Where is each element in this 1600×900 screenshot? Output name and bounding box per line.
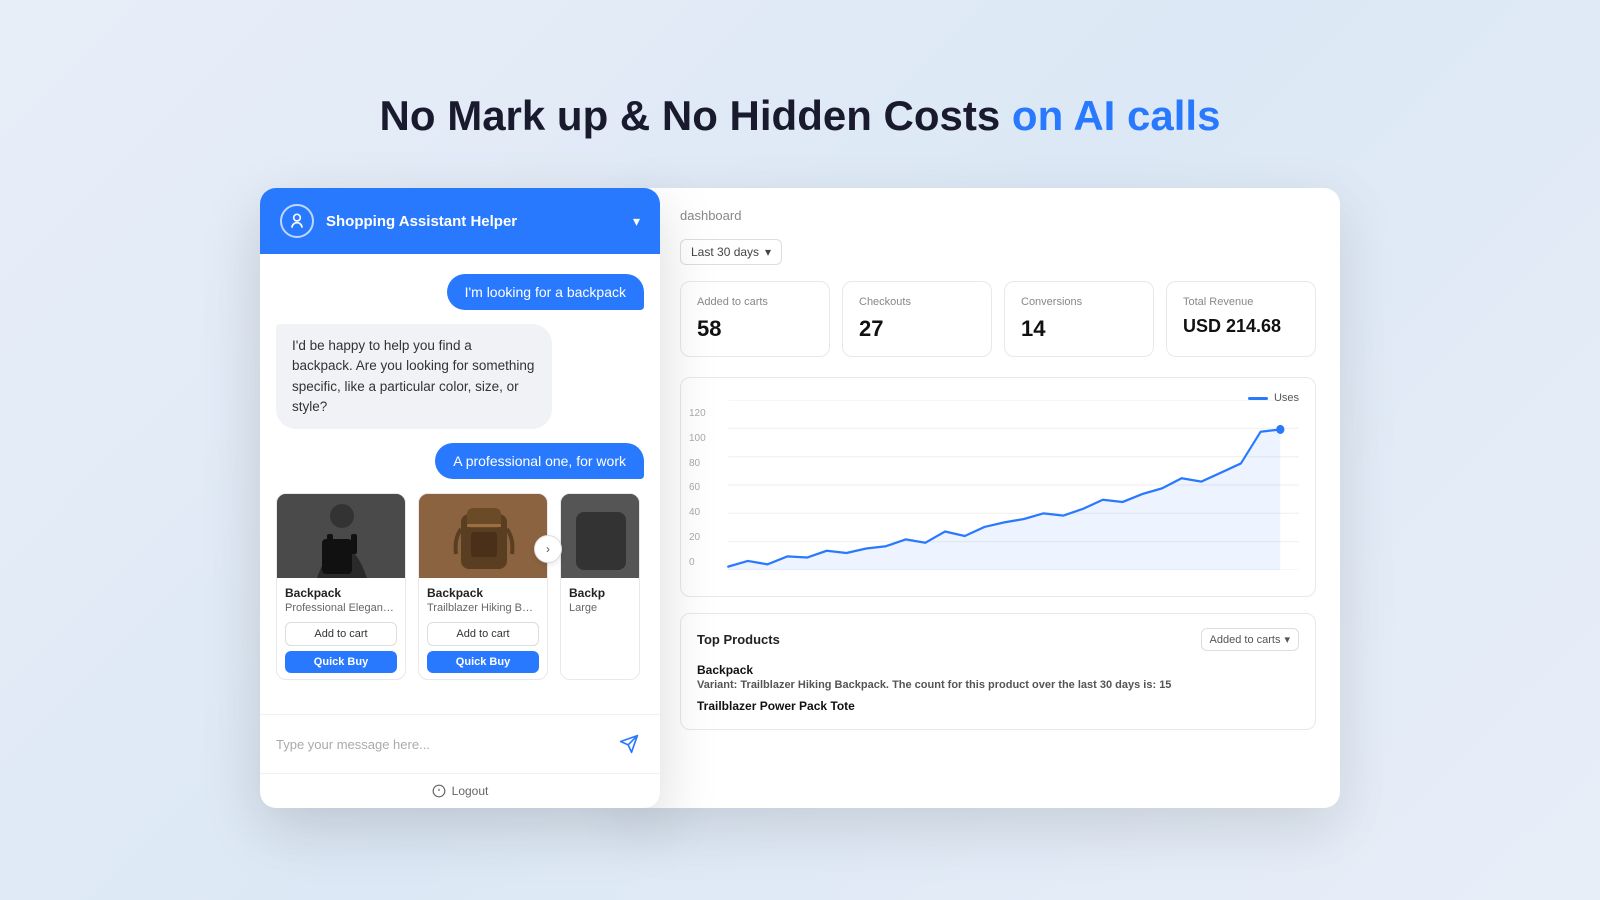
top-product-variant-1: Variant: Trailblazer Hiking Backpack. Th…	[697, 679, 1299, 691]
page-title: No Mark up & No Hidden Costs on AI calls	[380, 92, 1221, 140]
quick-buy-button-2[interactable]: Quick Buy	[427, 651, 539, 673]
stat-card-revenue: Total Revenue USD 214.68	[1166, 281, 1316, 357]
products-carousel: Backpack Professional Elegance W... Add …	[276, 493, 644, 680]
user-message-2: A professional one, for work	[435, 443, 644, 479]
chat-chevron-icon[interactable]: ▾	[633, 213, 640, 230]
date-filter-label: Last 30 days	[691, 245, 759, 259]
title-highlight: on AI calls	[1012, 92, 1221, 139]
top-product-name-1: Backpack	[697, 663, 1299, 677]
quick-buy-button-1[interactable]: Quick Buy	[285, 651, 397, 673]
chat-title: Shopping Assistant Helper	[326, 213, 517, 230]
stats-row: Added to carts 58 Checkouts 27 Conversio…	[680, 281, 1316, 357]
stat-label-revenue: Total Revenue	[1183, 296, 1299, 308]
send-button[interactable]	[614, 729, 644, 759]
product-name-2: Backpack	[427, 586, 539, 600]
top-product-entry-2: Trailblazer Power Pack Tote	[697, 699, 1299, 713]
add-to-cart-button-2[interactable]: Add to cart	[427, 622, 539, 646]
product-variant-1: Professional Elegance W...	[285, 602, 397, 614]
chat-input-placeholder[interactable]: Type your message here...	[276, 737, 430, 752]
stat-value-revenue: USD 214.68	[1183, 316, 1299, 337]
carousel-next-button[interactable]: ›	[534, 535, 562, 563]
date-filter-chevron-icon: ▾	[765, 245, 771, 259]
product-variant-3: Large	[569, 602, 631, 614]
date-filter-button[interactable]: Last 30 days ▾	[680, 239, 782, 265]
bot-message-1: I'd be happy to help you find a backpack…	[276, 324, 552, 429]
stat-card-checkouts: Checkouts 27	[842, 281, 992, 357]
chat-widget: Shopping Assistant Helper ▾ I'm looking …	[260, 188, 660, 808]
product-image-1	[277, 494, 405, 578]
filter-chevron-icon: ▾	[1284, 633, 1290, 646]
chat-avatar-icon	[280, 204, 314, 238]
product-info-3: Backp Large	[561, 578, 639, 628]
dashboard-label: dashboard	[680, 208, 1316, 223]
chat-header-left: Shopping Assistant Helper	[280, 204, 517, 238]
add-to-cart-button-1[interactable]: Add to cart	[285, 622, 397, 646]
logout-label: Logout	[452, 784, 489, 798]
stat-value-added: 58	[697, 316, 813, 342]
filter-label: Added to carts	[1210, 634, 1281, 646]
top-product-count-1: 15	[1159, 679, 1171, 691]
chart-y-labels: 120 100 80 60 40 20 0	[689, 408, 706, 568]
stat-card-added-to-carts: Added to carts 58	[680, 281, 830, 357]
product-variant-2: Trailblazer Hiking Backpa...	[427, 602, 539, 614]
stat-label-checkouts: Checkouts	[859, 296, 975, 308]
stat-value-conversions: 14	[1021, 316, 1137, 342]
stat-label-added: Added to carts	[697, 296, 813, 308]
top-product-entry-1: Backpack Variant: Trailblazer Hiking Bac…	[697, 663, 1299, 691]
chat-header: Shopping Assistant Helper ▾	[260, 188, 660, 254]
uses-chart: Uses 120 100 80 60 40 20 0	[680, 377, 1316, 597]
logout-button[interactable]: Logout	[432, 784, 489, 798]
chart-svg	[697, 400, 1299, 570]
title-normal: No Mark up & No Hidden Costs	[380, 92, 1001, 139]
product-name-3: Backp	[569, 586, 631, 600]
chat-input-area: Type your message here...	[260, 714, 660, 773]
legend-label-uses: Uses	[1274, 392, 1299, 404]
top-products-header: Top Products Added to carts ▾	[697, 628, 1299, 651]
product-card-1: Backpack Professional Elegance W... Add …	[276, 493, 406, 680]
chart-legend: Uses	[1248, 392, 1299, 404]
chat-footer: Logout	[260, 773, 660, 808]
product-card-3: Backp Large	[560, 493, 640, 680]
legend-dot-uses	[1248, 397, 1268, 400]
product-name-1: Backpack	[285, 586, 397, 600]
stat-value-checkouts: 27	[859, 316, 975, 342]
product-card-2: Backpack Trailblazer Hiking Backpa... Ad…	[418, 493, 548, 680]
product-info-2: Backpack Trailblazer Hiking Backpa... Ad…	[419, 578, 547, 679]
chat-messages: I'm looking for a backpack I'd be happy …	[260, 254, 660, 714]
main-ui-container: Shopping Assistant Helper ▾ I'm looking …	[260, 188, 1340, 808]
product-image-2	[419, 494, 547, 578]
product-info-1: Backpack Professional Elegance W... Add …	[277, 578, 405, 679]
top-products-filter[interactable]: Added to carts ▾	[1201, 628, 1299, 651]
stat-card-conversions: Conversions 14	[1004, 281, 1154, 357]
top-products-section: Top Products Added to carts ▾ Backpack V…	[680, 613, 1316, 730]
top-product-name-2: Trailblazer Power Pack Tote	[697, 699, 1299, 713]
dashboard-panel: dashboard Last 30 days ▾ Added to carts …	[630, 188, 1340, 808]
stat-label-conversions: Conversions	[1021, 296, 1137, 308]
product-image-3	[561, 494, 639, 578]
user-message-1: I'm looking for a backpack	[447, 274, 644, 310]
top-products-title: Top Products	[697, 632, 780, 647]
